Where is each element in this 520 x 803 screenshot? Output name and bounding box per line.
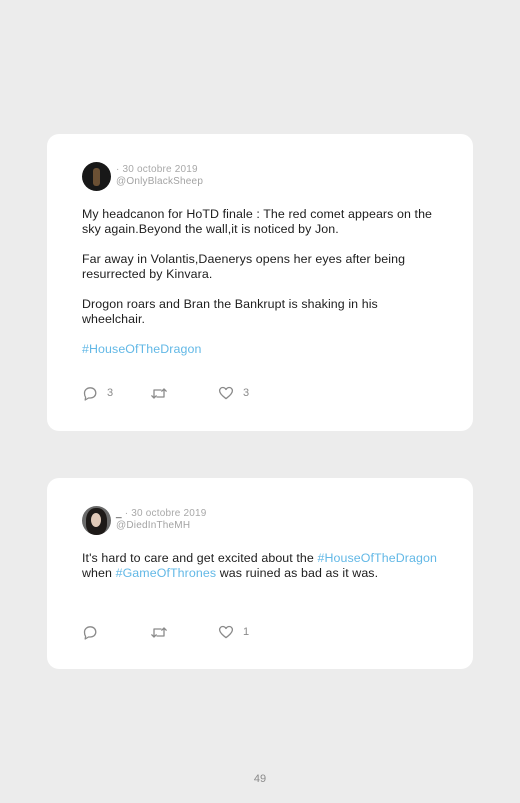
tweet-paragraph: Drogon roars and Bran the Bankrupt is sh… xyxy=(82,297,378,326)
retweet-icon xyxy=(151,387,167,399)
retweet-icon xyxy=(151,626,167,638)
reply-icon xyxy=(83,625,97,640)
tweet-actions: 3 3 xyxy=(82,385,286,401)
avatar[interactable] xyxy=(82,161,111,191)
tweet-text: when xyxy=(82,566,116,580)
reply-button[interactable]: 3 xyxy=(82,385,150,401)
like-button[interactable]: 3 xyxy=(218,385,286,401)
tweet-date: · 30 octobre 2019 xyxy=(121,508,207,519)
retweet-button[interactable] xyxy=(150,624,218,640)
user-handle[interactable]: @DiedInTheMH xyxy=(116,520,207,532)
tweet-paragraph: It's hard to care and get excited about … xyxy=(82,551,437,581)
like-button[interactable]: 1 xyxy=(218,624,286,640)
retweet-button[interactable] xyxy=(150,385,218,401)
tweet-card-1: · 30 octobre 2019 @OnlyBlackSheep My hea… xyxy=(47,134,473,431)
tweet-text: was ruined as bad as it was. xyxy=(216,566,379,580)
tweet-paragraph: My headcanon for HoTD finale : The red c… xyxy=(82,207,433,236)
tweet-date: · 30 octobre 2019 xyxy=(116,164,198,175)
tweet-meta: _ · 30 octobre 2019 @DiedInTheMH xyxy=(116,508,207,532)
tweet-header: _ · 30 octobre 2019 @DiedInTheMH xyxy=(82,505,437,535)
heart-icon xyxy=(218,386,234,400)
reply-count: 3 xyxy=(107,387,114,399)
tweet-date-line: · 30 octobre 2019 xyxy=(116,164,203,176)
tweet-meta: · 30 octobre 2019 @OnlyBlackSheep xyxy=(116,164,203,188)
like-count: 1 xyxy=(243,626,250,638)
tweet-card-2: _ · 30 octobre 2019 @DiedInTheMH It's ha… xyxy=(47,478,473,669)
tweet-text: It's hard to care and get excited about … xyxy=(82,551,318,565)
like-count: 3 xyxy=(243,387,250,399)
tweet-actions: 1 xyxy=(82,624,286,640)
hashtag-link[interactable]: #HouseOfTheDragon xyxy=(317,551,436,565)
tweet-date-line: _ · 30 octobre 2019 xyxy=(116,508,207,520)
user-handle[interactable]: @OnlyBlackSheep xyxy=(116,176,203,188)
tweet-body: It's hard to care and get excited about … xyxy=(82,551,437,581)
hashtag-link[interactable]: #HouseOfTheDragon xyxy=(82,342,201,356)
page-number: 49 xyxy=(253,773,267,785)
tweet-body: My headcanon for HoTD finale : The red c… xyxy=(82,207,437,357)
reply-icon xyxy=(83,386,97,401)
heart-icon xyxy=(218,625,234,639)
avatar[interactable] xyxy=(82,505,111,535)
tweet-paragraph: Far away in Volantis,Daenerys opens her … xyxy=(82,252,406,281)
tweet-header: · 30 octobre 2019 @OnlyBlackSheep xyxy=(82,161,437,191)
reply-button[interactable] xyxy=(82,624,150,640)
hashtag-link[interactable]: #GameOfThrones xyxy=(116,566,217,580)
